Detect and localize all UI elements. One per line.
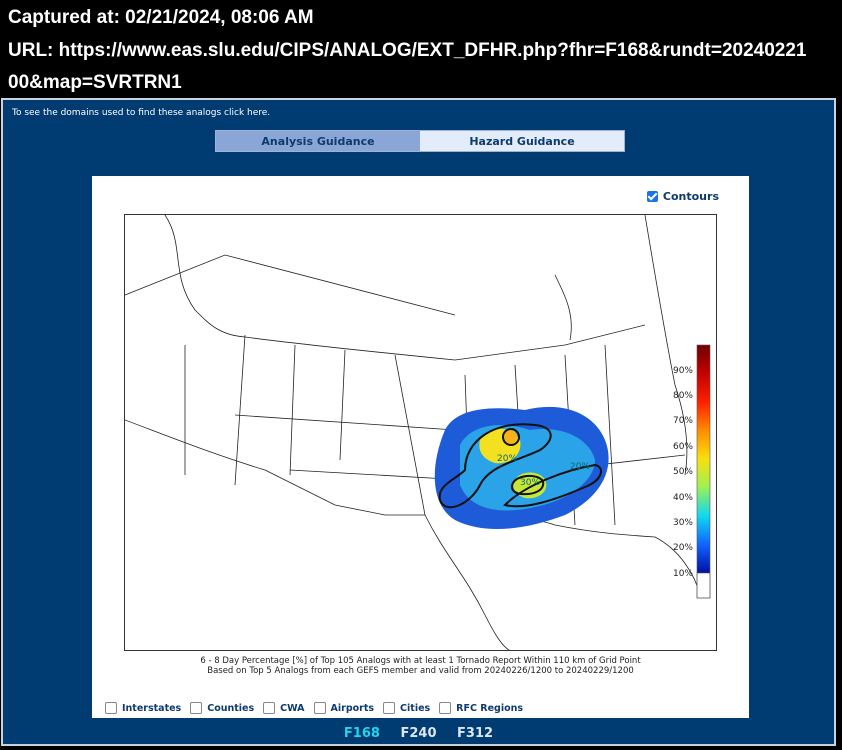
map-boundaries bbox=[125, 215, 701, 650]
colorbar-tick: 80% bbox=[673, 391, 693, 401]
captured-at: Captured at: 02/21/2024, 08:06 AM bbox=[8, 7, 314, 28]
contour-label: 20% bbox=[570, 462, 590, 472]
checkbox[interactable] bbox=[439, 702, 452, 714]
mexico-border bbox=[264, 469, 425, 516]
contours-toggle[interactable]: Contours bbox=[646, 190, 719, 203]
layer-rfc-regions[interactable]: RFC Regions bbox=[439, 702, 523, 714]
colorbar-tick: 40% bbox=[673, 493, 693, 503]
great-lakes-border bbox=[454, 324, 646, 361]
california-oregon-line bbox=[125, 419, 266, 471]
layer-cities[interactable]: Cities bbox=[383, 702, 430, 714]
checkbox[interactable] bbox=[263, 702, 276, 714]
canada-province-line bbox=[125, 254, 456, 316]
forecast-hour-links: F168 F240 F312 bbox=[3, 726, 834, 741]
state-line-11 bbox=[604, 344, 616, 526]
layer-label: CWA bbox=[280, 702, 305, 714]
layer-counties[interactable]: Counties bbox=[190, 702, 254, 714]
layer-label: Counties bbox=[207, 702, 255, 714]
contour-label: 30% bbox=[520, 478, 540, 488]
colorbar-tick: 20% bbox=[673, 543, 693, 553]
colorbar-tick: 70% bbox=[673, 416, 693, 426]
layer-cwa[interactable]: CWA bbox=[263, 702, 305, 714]
texas-coast bbox=[424, 514, 510, 650]
main-panel: To see the domains used to find these an… bbox=[1, 98, 836, 746]
tab-analysis-guidance[interactable]: Analysis Guidance bbox=[216, 131, 420, 151]
checkbox[interactable] bbox=[105, 702, 117, 714]
layer-interstates[interactable]: Interstates bbox=[105, 702, 181, 714]
hour-link-f168[interactable]: F168 bbox=[344, 726, 380, 741]
colorbar-tick: 30% bbox=[673, 518, 693, 528]
layer-airports[interactable]: Airports bbox=[313, 702, 375, 714]
state-line-4 bbox=[339, 349, 346, 461]
layer-toggles: Interstates Counties CWA Airports Cities… bbox=[105, 702, 523, 714]
checkbox[interactable] bbox=[313, 702, 326, 714]
map-caption-line-2: Based on Top 5 Analogs from each GEFS me… bbox=[207, 666, 634, 676]
checkbox[interactable] bbox=[383, 702, 396, 714]
colorbar-tick: 60% bbox=[673, 442, 693, 452]
colorbar-tick: 90% bbox=[673, 366, 693, 376]
michigan bbox=[554, 274, 572, 341]
colorbar-gradient bbox=[697, 345, 710, 573]
hour-link-f312[interactable]: F312 bbox=[457, 726, 493, 741]
map-card: Contours 20% 20% 30% 10% 20% 30% 40% 50%… bbox=[92, 176, 749, 718]
layer-label: Interstates bbox=[122, 702, 182, 714]
colorbar-ticks: 10% 20% 30% 40% 50% 60% 70% 80% 90% bbox=[673, 366, 693, 579]
contour-label: 20% bbox=[497, 454, 517, 464]
state-line-2 bbox=[234, 334, 246, 486]
state-line-5 bbox=[394, 354, 426, 516]
colorbar-tick: 50% bbox=[673, 467, 693, 477]
capture-header: Captured at: 02/21/2024, 08:06 AM URL: h… bbox=[0, 0, 842, 97]
canada-border-west bbox=[164, 215, 456, 361]
east-coast bbox=[644, 215, 688, 476]
hour-link-f240[interactable]: F240 bbox=[400, 726, 436, 741]
forecast-map: 20% 20% 30% 10% 20% 30% 40% 50% 60% 70% … bbox=[124, 214, 717, 651]
contours-label: Contours bbox=[662, 190, 719, 203]
colorbar-below-threshold bbox=[696, 572, 711, 599]
colorbar bbox=[696, 344, 711, 599]
contours-checkbox[interactable] bbox=[646, 191, 658, 202]
url-line-1: URL: https://www.eas.slu.edu/CIPS/ANALOG… bbox=[8, 40, 807, 61]
url-line-2: 00&map=SVRTRN1 bbox=[8, 72, 182, 93]
state-line-3 bbox=[289, 344, 296, 476]
colorbar-tick: 10% bbox=[673, 569, 693, 579]
map-svg: 20% 20% 30% 10% 20% 30% 40% 50% 60% 70% … bbox=[125, 215, 711, 650]
guidance-tabs: Analysis Guidance Hazard Guidance bbox=[215, 130, 625, 152]
domains-link[interactable]: To see the domains used to find these an… bbox=[12, 108, 270, 118]
layer-label: Airports bbox=[330, 702, 375, 714]
tab-hazard-guidance[interactable]: Hazard Guidance bbox=[420, 131, 624, 151]
checkbox[interactable] bbox=[190, 702, 203, 714]
layer-label: RFC Regions bbox=[456, 702, 524, 714]
map-caption-line-1: 6 - 8 Day Percentage [%] of Top 105 Anal… bbox=[200, 656, 641, 666]
layer-label: Cities bbox=[400, 702, 431, 714]
